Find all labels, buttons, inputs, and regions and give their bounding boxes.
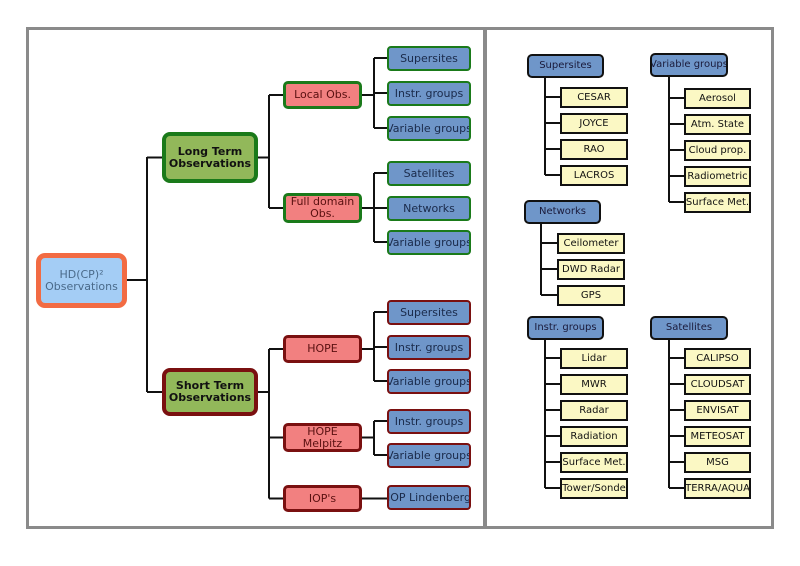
short-term-node[interactable]: Short Term Observations: [162, 368, 258, 416]
subcategory-node[interactable]: HOPE Melpitz: [283, 423, 362, 452]
group-header[interactable]: Instr. groups: [527, 316, 604, 340]
leaf-node[interactable]: Instr. groups: [387, 335, 471, 360]
group-item[interactable]: DWD Radar: [557, 259, 625, 280]
group-item[interactable]: Aerosol: [684, 88, 751, 109]
leaf-node[interactable]: Variable groups: [387, 116, 471, 141]
long-term-node[interactable]: Long Term Observations: [162, 132, 258, 183]
leaf-node[interactable]: IOP Lindenberg: [387, 485, 471, 510]
group-item[interactable]: LACROS: [560, 165, 628, 186]
leaf-node[interactable]: Networks: [387, 196, 471, 221]
group-item[interactable]: TERRA/AQUA: [684, 478, 751, 499]
leaf-node[interactable]: Instr. groups: [387, 81, 471, 106]
leaf-node[interactable]: Satellites: [387, 161, 471, 186]
group-item[interactable]: Radar: [560, 400, 628, 421]
group-item[interactable]: Radiation: [560, 426, 628, 447]
subcategory-node[interactable]: Local Obs.: [283, 81, 362, 109]
subcategory-node[interactable]: Full domain Obs.: [283, 193, 362, 223]
group-header[interactable]: Networks: [524, 200, 601, 224]
leaf-node[interactable]: Variable groups: [387, 369, 471, 394]
leaf-node[interactable]: Variable groups: [387, 443, 471, 468]
leaf-node[interactable]: Supersites: [387, 300, 471, 325]
group-item[interactable]: RAO: [560, 139, 628, 160]
group-item[interactable]: Lidar: [560, 348, 628, 369]
group-item[interactable]: Surface Met.: [684, 192, 751, 213]
subcategory-node[interactable]: IOP's: [283, 485, 362, 512]
leaf-node[interactable]: Instr. groups: [387, 409, 471, 434]
group-item[interactable]: GPS: [557, 285, 625, 306]
group-item[interactable]: CLOUDSAT: [684, 374, 751, 395]
subcategory-node[interactable]: HOPE: [283, 335, 362, 363]
group-item[interactable]: CALIPSO: [684, 348, 751, 369]
group-item[interactable]: Radiometric: [684, 166, 751, 187]
group-item[interactable]: ENVISAT: [684, 400, 751, 421]
group-item[interactable]: Surface Met.: [560, 452, 628, 473]
group-item[interactable]: MSG: [684, 452, 751, 473]
leaf-node[interactable]: Variable groups: [387, 230, 471, 255]
group-item[interactable]: Cloud prop.: [684, 140, 751, 161]
group-header[interactable]: Supersites: [527, 54, 604, 78]
root-node[interactable]: HD(CP)² Observations: [36, 253, 127, 308]
group-item[interactable]: Tower/Sonde: [560, 478, 628, 499]
group-item[interactable]: CESAR: [560, 87, 628, 108]
leaf-node[interactable]: Supersites: [387, 46, 471, 71]
group-item[interactable]: JOYCE: [560, 113, 628, 134]
group-item[interactable]: MWR: [560, 374, 628, 395]
group-item[interactable]: Ceilometer: [557, 233, 625, 254]
group-item[interactable]: METEOSAT: [684, 426, 751, 447]
group-header[interactable]: Satellites: [650, 316, 728, 340]
group-header[interactable]: Variable groups: [650, 53, 728, 77]
group-item[interactable]: Atm. State: [684, 114, 751, 135]
